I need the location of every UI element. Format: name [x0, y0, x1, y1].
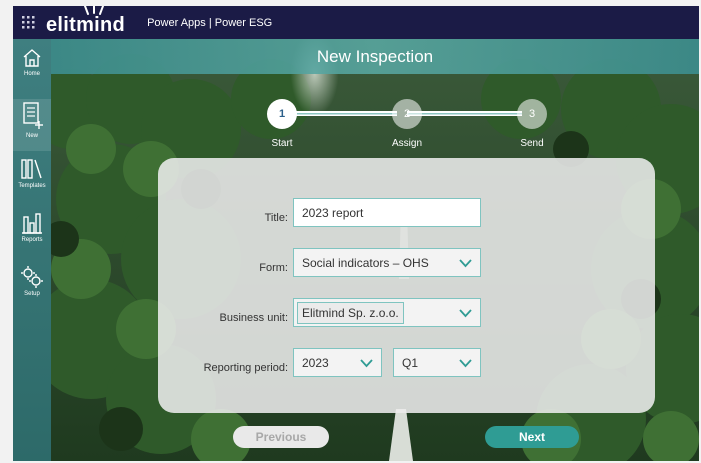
app-window: elitmind Power Apps | Power ESG New Insp…: [13, 6, 699, 461]
step-2-label: Assign: [391, 138, 422, 149]
sidebar-item-label: Home: [23, 71, 40, 77]
business-unit-dropdown[interactable]: Elitmind Sp. z.o.o.: [293, 298, 481, 327]
sidebar-item-reports[interactable]: Reports: [13, 211, 51, 243]
business-unit-label: Business unit:: [219, 312, 288, 324]
app-bar: elitmind Power Apps | Power ESG: [13, 6, 699, 39]
chevron-down-icon: [459, 259, 472, 268]
form-label: Form:: [259, 262, 288, 274]
sidebar-item-home[interactable]: Home: [13, 47, 51, 77]
title-input-value: 2023 report: [302, 205, 364, 220]
new-document-icon: [23, 102, 43, 129]
step-3-circle[interactable]: 3: [517, 99, 547, 129]
title-label: Title:: [264, 212, 288, 224]
step-1-label: Start: [271, 138, 293, 149]
templates-icon: [21, 159, 42, 179]
waffle-grid: [21, 16, 34, 29]
chevron-down-icon: [459, 309, 472, 318]
sidebar-item-label: Reports: [21, 237, 43, 243]
inspection-form-card: Title: 2023 report Form: Social indicato…: [158, 158, 655, 413]
sidebar: Home New Templates Reports Setup: [13, 39, 51, 461]
form-dropdown[interactable]: Social indicators – OHS: [293, 248, 481, 277]
business-unit-value: Elitmind Sp. z.o.o.: [297, 301, 404, 324]
year-dropdown[interactable]: 2023: [293, 348, 382, 377]
previous-button[interactable]: Previous: [233, 426, 329, 448]
sidebar-item-label: Templates: [18, 183, 46, 189]
reports-icon: [22, 213, 42, 234]
progress-stepper: 1 2 3 Start Assign Send: [263, 96, 553, 156]
brand-logo: elitmind: [46, 6, 126, 37]
app-title: Power Apps | Power ESG: [147, 16, 273, 29]
sidebar-item-templates[interactable]: Templates: [13, 157, 51, 189]
step-3-label: Send: [520, 138, 544, 149]
step-2-circle[interactable]: 2: [392, 99, 422, 129]
quarter-dropdown-value: Q1: [402, 355, 419, 370]
chevron-down-icon: [459, 359, 472, 368]
gear-icon: [21, 266, 43, 288]
sidebar-item-new[interactable]: New: [13, 99, 51, 151]
quarter-dropdown[interactable]: Q1: [393, 348, 481, 377]
sidebar-item-label: Setup: [24, 291, 40, 297]
page-title: New Inspection: [51, 39, 699, 74]
waffle-icon[interactable]: [13, 6, 43, 39]
step-connector: [407, 111, 522, 116]
next-button[interactable]: Next: [485, 426, 579, 448]
form-dropdown-value: Social indicators – OHS: [302, 255, 429, 270]
sidebar-item-label: New: [25, 133, 38, 139]
reporting-period-label: Reporting period:: [203, 362, 288, 374]
step-connector: [282, 111, 397, 116]
chevron-down-icon: [360, 359, 373, 368]
step-1-circle[interactable]: 1: [267, 99, 297, 129]
home-icon: [23, 49, 41, 67]
year-dropdown-value: 2023: [302, 355, 329, 370]
logo-text: elitmind: [46, 14, 126, 36]
sidebar-item-setup[interactable]: Setup: [13, 265, 51, 297]
title-input[interactable]: 2023 report: [293, 198, 481, 227]
logo-spark-icon: [84, 6, 104, 15]
